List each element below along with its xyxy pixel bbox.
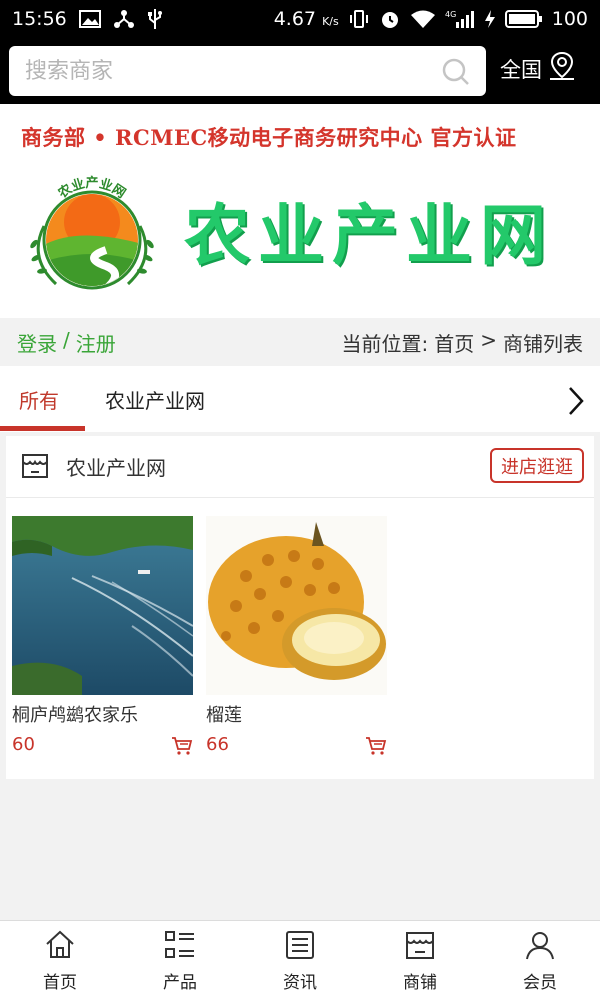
search-box[interactable]: [9, 46, 486, 96]
region-label: 全国: [500, 57, 542, 82]
home-icon: [44, 929, 76, 965]
search-icon[interactable]: [442, 58, 470, 90]
region-selector[interactable]: 全国: [500, 51, 576, 86]
certification-text: 商务部 • RCMEC移动电子商务研究中心 官方认证: [21, 125, 517, 150]
product-grid-icon: [164, 929, 196, 965]
site-banner: 商务部 • RCMEC移动电子商务研究中心 官方认证 农业产业网 农业产业网: [0, 104, 600, 318]
usb-icon: [147, 8, 163, 30]
visit-shop-button[interactable]: 进店逛逛: [490, 448, 584, 483]
cart-icon[interactable]: [171, 736, 193, 760]
bottom-nav: 首页 产品 资讯 商铺 会员: [0, 920, 600, 1000]
share-notification-icon: [113, 9, 135, 29]
location-icon: [548, 51, 576, 86]
nav-label: 资讯: [283, 973, 317, 993]
vibrate-icon: [348, 9, 370, 29]
battery-level: 100: [551, 8, 588, 30]
auth-links: 登录 / 注册: [17, 328, 116, 357]
news-icon: [284, 929, 316, 965]
location-prefix: 当前位置:: [341, 331, 429, 356]
shop-icon: [20, 450, 50, 484]
alarm-icon: [379, 8, 401, 30]
cart-icon[interactable]: [365, 736, 387, 760]
breadcrumb-current: 商铺列表: [503, 331, 583, 356]
shop-card: 农业产业网 进店逛逛 桐庐鸬鹚农家乐 60 榴莲 66: [6, 436, 594, 779]
product-name: 桐庐鸬鹚农家乐: [12, 705, 138, 726]
product-price: 66: [206, 734, 229, 755]
signal-icon: 4G: [445, 9, 475, 29]
nav-member[interactable]: 会员: [480, 921, 600, 1000]
breadcrumb-home[interactable]: 首页: [434, 328, 474, 357]
search-input[interactable]: [25, 46, 425, 96]
member-icon: [524, 929, 556, 965]
shop-icon: [404, 929, 436, 965]
network-speed: 4.67 K/s: [273, 8, 339, 30]
nav-label: 产品: [163, 973, 197, 993]
product-card[interactable]: 榴莲 66: [206, 516, 387, 755]
shop-name[interactable]: 农业产业网: [66, 452, 166, 481]
status-bar: 15:56 4.67 K/s 4G 100: [0, 0, 600, 38]
chevron-right-icon[interactable]: [566, 386, 586, 420]
search-header: 全国: [0, 38, 600, 104]
nav-shops[interactable]: 商铺: [360, 921, 480, 1000]
register-link[interactable]: 注册: [76, 328, 116, 357]
battery-icon: [504, 9, 543, 29]
lake-boats-image[interactable]: [12, 516, 193, 695]
nav-home[interactable]: 首页: [0, 921, 120, 1000]
breadcrumb-arrow: >: [480, 327, 497, 352]
tab-all[interactable]: 所有: [19, 366, 59, 432]
nav-news[interactable]: 资讯: [240, 921, 360, 1000]
network-badge: 4G: [445, 10, 456, 19]
nav-label: 首页: [43, 973, 77, 993]
nav-label: 商铺: [403, 973, 437, 993]
wifi-icon: [410, 9, 436, 29]
nav-products[interactable]: 产品: [120, 921, 240, 1000]
category-tabs: 所有 农业产业网: [0, 366, 600, 432]
status-time: 15:56: [12, 8, 67, 30]
shop-header: 农业产业网 进店逛逛: [6, 436, 594, 498]
gallery-notification-icon: [78, 10, 101, 28]
site-logo: 农业产业网: [22, 166, 162, 302]
active-tab-indicator: [0, 426, 85, 431]
product-name: 榴莲: [206, 705, 242, 726]
charging-icon: [484, 9, 496, 29]
breadcrumb-bar: 登录 / 注册 当前位置: 首页 > 商铺列表: [0, 318, 600, 366]
auth-separator: /: [63, 327, 70, 352]
durian-image[interactable]: [206, 516, 387, 695]
nav-label: 会员: [523, 973, 557, 993]
tab-agriculture-network[interactable]: 农业产业网: [105, 366, 205, 432]
login-link[interactable]: 登录: [17, 328, 57, 357]
breadcrumb: 当前位置: 首页 > 商铺列表: [341, 328, 583, 357]
product-price: 60: [12, 734, 35, 755]
product-card[interactable]: 桐庐鸬鹚农家乐 60: [12, 516, 193, 755]
site-name: 农业产业网: [184, 196, 554, 274]
